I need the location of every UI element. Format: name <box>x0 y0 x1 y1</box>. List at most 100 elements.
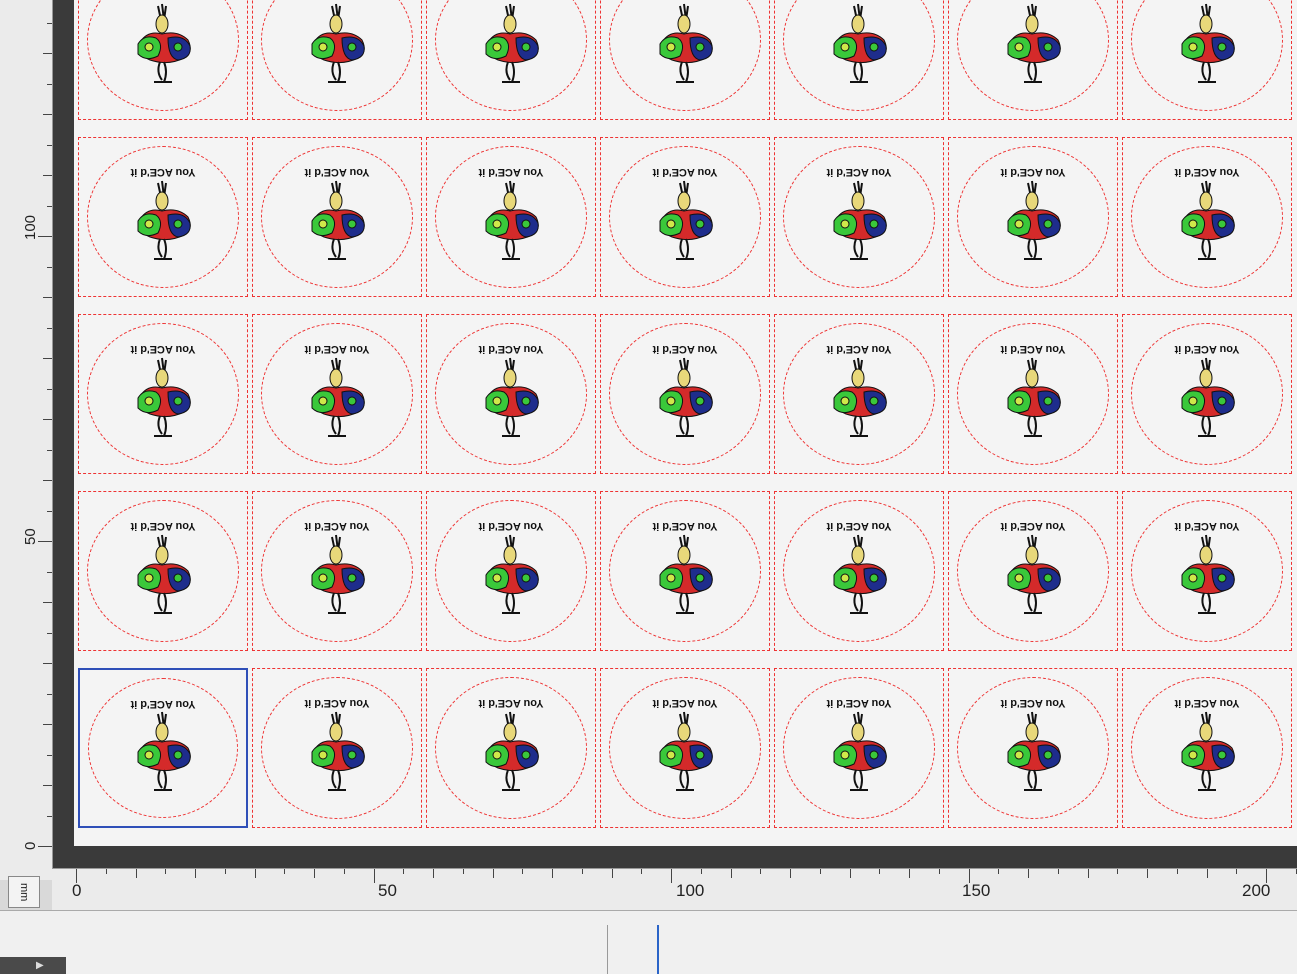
label-sheet-canvas[interactable]: You ACE'd it You ACE'd it You ACE'd it Y… <box>74 0 1297 846</box>
label-cell[interactable]: You ACE'd it <box>600 668 770 828</box>
vruler-tick <box>43 785 52 786</box>
horizontal-ruler: 0 50 100 150 200 <box>52 868 1297 911</box>
status-bar: ▶ <box>0 910 1297 974</box>
hruler-tick <box>433 869 434 878</box>
label-cell[interactable]: You ACE'd it <box>600 0 770 120</box>
hruler-tick <box>581 869 583 874</box>
label-cell[interactable]: You ACE'd it <box>774 491 944 651</box>
vruler-tick <box>43 53 52 54</box>
label-cell[interactable]: You ACE'd it <box>948 668 1118 828</box>
cartoon-mascot-icon <box>311 180 365 260</box>
timeline-cursor[interactable] <box>657 925 659 974</box>
vruler-tick <box>43 724 52 725</box>
hruler-tick <box>1266 869 1267 883</box>
cartoon-mascot-icon <box>1007 3 1061 83</box>
hruler-tick <box>849 869 851 878</box>
hruler-tick <box>135 869 137 878</box>
label-cell[interactable]: You ACE'd it <box>600 491 770 651</box>
cartoon-mascot-icon <box>659 711 713 791</box>
hruler-tick <box>552 869 553 878</box>
vruler-tick <box>43 358 52 359</box>
label-cell[interactable]: You ACE'd it <box>1122 314 1292 474</box>
mascot-wrapper <box>128 354 198 440</box>
label-cell[interactable]: You ACE'd it <box>948 137 1118 297</box>
label-cell[interactable]: You ACE'd it <box>78 0 248 120</box>
label-cell[interactable]: You ACE'd it <box>774 668 944 828</box>
label-cell[interactable]: You ACE'd it <box>600 314 770 474</box>
hruler-tick <box>790 869 791 878</box>
hruler-tick <box>403 869 405 874</box>
label-cell[interactable]: You ACE'd it <box>78 491 248 651</box>
label-cell[interactable]: You ACE'd it <box>78 314 248 474</box>
hruler-label: 0 <box>72 881 82 900</box>
hruler-label: 50 <box>378 881 397 900</box>
label-cell[interactable]: You ACE'd it <box>1122 491 1292 651</box>
mascot-wrapper <box>476 177 546 263</box>
label-cell[interactable]: You ACE'd it <box>252 0 422 120</box>
vruler-tick <box>47 693 52 695</box>
vruler-tick <box>47 266 52 268</box>
label-cell[interactable]: You ACE'd it <box>600 137 770 297</box>
hruler-tick <box>819 869 821 874</box>
label-cell[interactable]: You ACE'd it <box>774 0 944 120</box>
vertical-ruler: 100 50 0 <box>0 0 53 880</box>
mascot-wrapper <box>1172 531 1242 617</box>
hruler-tick <box>1147 869 1148 878</box>
cartoon-mascot-icon <box>833 180 887 260</box>
label-cell[interactable]: You ACE'd it <box>426 491 596 651</box>
label-cell[interactable]: You ACE'd it <box>426 0 596 120</box>
cartoon-mascot-icon <box>137 534 191 614</box>
mascot-wrapper <box>476 0 546 86</box>
cartoon-mascot-icon <box>311 711 365 791</box>
cartoon-mascot-icon <box>137 180 191 260</box>
label-cell[interactable]: You ACE'd it <box>948 491 1118 651</box>
selected-label-cell[interactable]: You ACE'd it <box>78 668 248 828</box>
cartoon-mascot-icon <box>659 534 713 614</box>
label-cell[interactable]: You ACE'd it <box>1122 0 1292 120</box>
label-cell[interactable]: You ACE'd it <box>252 668 422 828</box>
label-cell[interactable]: You ACE'd it <box>774 314 944 474</box>
mascot-wrapper <box>824 177 894 263</box>
cartoon-mascot-icon <box>659 180 713 260</box>
cartoon-mascot-icon <box>311 357 365 437</box>
mascot-wrapper <box>998 0 1068 86</box>
mascot-wrapper <box>1172 177 1242 263</box>
label-cell[interactable]: You ACE'd it <box>252 491 422 651</box>
label-cell[interactable]: You ACE'd it <box>948 0 1118 120</box>
label-cell[interactable]: You ACE'd it <box>1122 137 1292 297</box>
mascot-wrapper <box>650 0 720 86</box>
vruler-tick <box>47 815 52 817</box>
label-cell[interactable]: You ACE'd it <box>774 137 944 297</box>
label-cell[interactable]: You ACE'd it <box>426 314 596 474</box>
vruler-tick <box>47 510 52 512</box>
cartoon-mascot-icon <box>659 3 713 83</box>
mascot-wrapper <box>650 531 720 617</box>
vruler-tick <box>43 602 52 603</box>
vruler-tick <box>43 480 52 481</box>
label-cell[interactable]: You ACE'd it <box>948 314 1118 474</box>
label-cell[interactable]: You ACE'd it <box>78 137 248 297</box>
vruler-tick <box>47 22 52 24</box>
cartoon-mascot-icon <box>485 3 539 83</box>
cartoon-mascot-icon <box>1181 3 1235 83</box>
mascot-wrapper <box>824 0 894 86</box>
hruler-tick <box>1117 869 1119 874</box>
vruler-tick <box>43 175 52 176</box>
label-cell[interactable]: You ACE'd it <box>426 137 596 297</box>
mascot-wrapper <box>128 177 198 263</box>
hruler-tick <box>314 869 315 878</box>
label-cell[interactable]: You ACE'd it <box>252 314 422 474</box>
hruler-tick <box>254 869 256 878</box>
mascot-wrapper <box>302 354 372 440</box>
units-indicator[interactable]: mm <box>8 876 40 908</box>
cartoon-mascot-icon <box>485 534 539 614</box>
hruler-tick <box>224 869 226 874</box>
label-cell[interactable]: You ACE'd it <box>1122 668 1292 828</box>
cartoon-mascot-icon <box>1181 711 1235 791</box>
mascot-wrapper <box>998 531 1068 617</box>
triangle-expander-icon[interactable]: ▶ <box>0 957 66 974</box>
hruler-tick <box>195 869 196 878</box>
vruler-tick <box>47 754 52 756</box>
label-cell[interactable]: You ACE'd it <box>252 137 422 297</box>
label-cell[interactable]: You ACE'd it <box>426 668 596 828</box>
